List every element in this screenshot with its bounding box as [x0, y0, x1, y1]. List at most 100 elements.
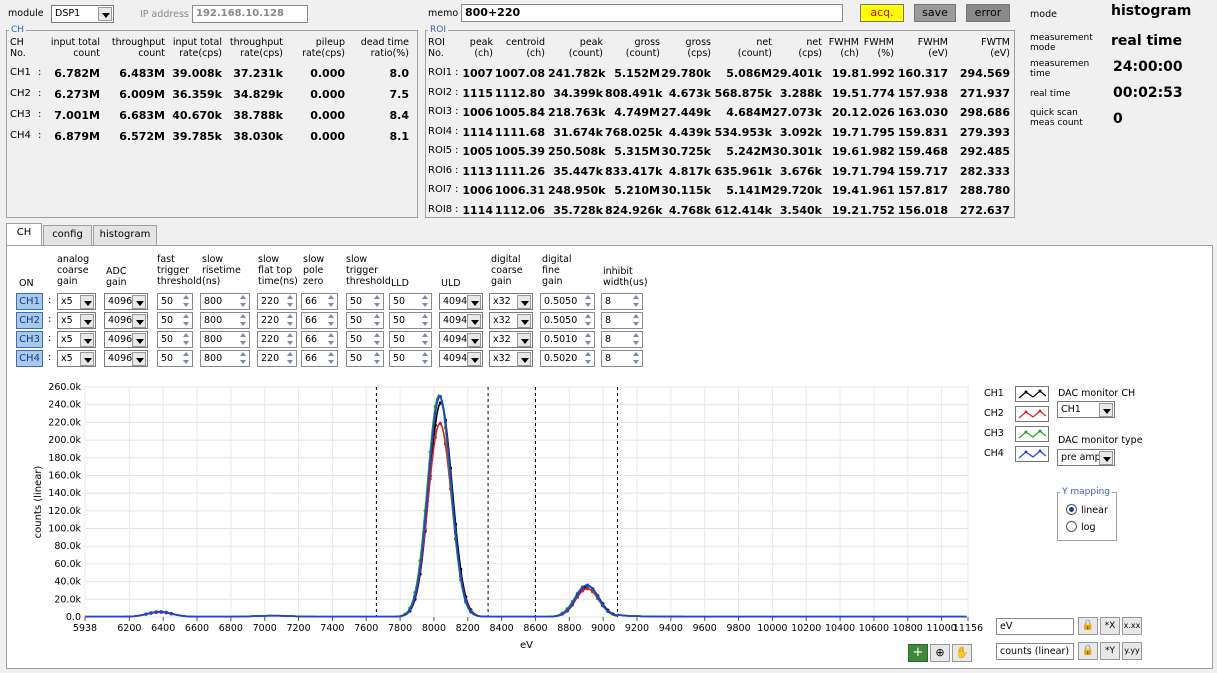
x-tick-label: 7200	[286, 623, 310, 634]
legend-swatch-icon[interactable]	[1015, 426, 1049, 442]
y-tick-label: 80.0k	[54, 541, 81, 552]
x-tick-label: 6600	[185, 623, 209, 634]
series-point	[459, 574, 463, 578]
x-format-icon[interactable]: x.xx	[1122, 617, 1142, 635]
series-point	[464, 598, 468, 602]
y-tick-label: 60.0k	[54, 559, 81, 570]
series-point	[428, 461, 432, 465]
series-point	[585, 587, 590, 591]
lock-icon[interactable]: 🔒	[1078, 642, 1098, 660]
ymap-linear-radio[interactable]	[1066, 504, 1077, 515]
x-tick-label: 10800	[893, 623, 923, 634]
series-point	[585, 583, 590, 587]
series-point	[448, 473, 453, 477]
series-point	[169, 611, 173, 616]
series-point	[433, 435, 437, 439]
y-tick-label: 200.0k	[48, 435, 81, 446]
series-point	[159, 610, 163, 614]
x-tick-label: 11156	[953, 623, 983, 634]
series-point	[453, 530, 458, 535]
x-axis-title: eV	[520, 640, 533, 651]
y-tick-label: 160.0k	[48, 470, 81, 481]
y-tick-label: 220.0k	[48, 417, 81, 428]
series-point	[423, 520, 427, 524]
series-point	[433, 412, 437, 416]
dac-type-label: DAC monitor type	[1058, 435, 1143, 446]
y-tick-label: 20.0k	[54, 594, 81, 605]
plot-area	[84, 386, 969, 618]
y-tick-label: 40.0k	[54, 577, 81, 588]
x-tick-label: 10000	[757, 623, 787, 634]
x-tick-label: 6400	[151, 623, 175, 634]
y-tick-label: 260.0k	[48, 382, 81, 393]
series-point	[580, 586, 585, 590]
pan-tool-icon[interactable]: ✋	[952, 644, 972, 662]
series-point	[575, 593, 580, 597]
x-tick-label: 7600	[354, 623, 378, 634]
series-point	[570, 601, 574, 605]
x-tick-label: 6800	[219, 623, 243, 634]
series-point	[418, 566, 422, 571]
series-point	[164, 610, 168, 615]
y-scale-icon[interactable]: *Y	[1100, 642, 1120, 660]
legend-swatch-icon[interactable]	[1015, 446, 1049, 462]
series-point	[144, 612, 148, 616]
x-scale-icon[interactable]: *X	[1100, 617, 1120, 635]
x-axis-name-field[interactable]: eV	[996, 618, 1074, 635]
y-tick-label: 240.0k	[48, 400, 81, 411]
y-tick-label: 180.0k	[48, 453, 81, 464]
x-tick-label: 10400	[825, 623, 855, 634]
y-axis-name-field[interactable]: counts (linear)	[996, 643, 1074, 660]
dac-type-select[interactable]: pre amp	[1057, 449, 1115, 466]
radio-dot-icon	[1069, 507, 1074, 512]
lock-icon[interactable]: 🔒	[1078, 617, 1098, 635]
y-tick-label: 100.0k	[48, 524, 81, 535]
series-point	[565, 608, 569, 612]
x-tick-label: 7400	[320, 623, 344, 634]
x-tick-label: 8800	[557, 623, 581, 634]
y-mapping-legend: Y mapping	[1062, 487, 1110, 497]
series-point	[606, 609, 610, 613]
series-point	[591, 587, 595, 591]
x-tick-label: 9800	[726, 623, 750, 634]
series-point	[438, 395, 442, 399]
series-point	[469, 609, 473, 613]
ymap-log-radio[interactable]	[1066, 521, 1077, 532]
chevron-down-icon[interactable]	[1099, 451, 1113, 465]
zoom-tool-icon[interactable]: ⊕	[930, 644, 950, 662]
ymap-linear-label: linear	[1081, 505, 1108, 516]
chevron-down-icon[interactable]	[1099, 403, 1113, 417]
series-point	[443, 420, 448, 424]
legend-label: CH3	[984, 428, 1004, 439]
dac-ch-select[interactable]: CH1	[1057, 401, 1115, 418]
series-point	[438, 421, 442, 425]
x-tick-label: 9000	[591, 623, 615, 634]
legend-swatch-icon[interactable]	[1015, 406, 1049, 422]
x-tick-label: 8600	[523, 623, 547, 634]
dac-type-value: pre amp	[1061, 452, 1101, 463]
series-point	[601, 603, 605, 607]
x-tick-label: 9200	[625, 623, 649, 634]
series-point	[408, 608, 412, 612]
dac-ch-value: CH1	[1061, 404, 1081, 415]
y-tick-label: 0.0	[66, 612, 81, 623]
legend-label: CH1	[984, 388, 1004, 399]
x-tick-label: 9400	[659, 623, 683, 634]
series-point	[413, 595, 417, 599]
dac-ch-label: DAC monitor CH	[1058, 388, 1136, 399]
cursor-tool-icon[interactable]: +	[908, 644, 928, 662]
ymap-log-label: log	[1081, 522, 1096, 533]
x-tick-label: 9600	[693, 623, 717, 634]
x-tick-label: 7000	[253, 623, 277, 634]
y-tick-label: 120.0k	[48, 506, 81, 517]
y-format-icon[interactable]: y.yy	[1122, 642, 1142, 660]
series-point	[154, 610, 158, 614]
x-tick-label: 10200	[791, 623, 821, 634]
x-tick-label: 7800	[388, 623, 412, 634]
x-tick-label: 5938	[73, 623, 97, 634]
y-axis-title: counts (linear)	[33, 466, 44, 539]
legend-swatch-icon[interactable]	[1015, 386, 1049, 402]
x-tick-label: 8400	[490, 623, 514, 634]
series-point	[560, 612, 564, 616]
series-point	[149, 611, 153, 615]
